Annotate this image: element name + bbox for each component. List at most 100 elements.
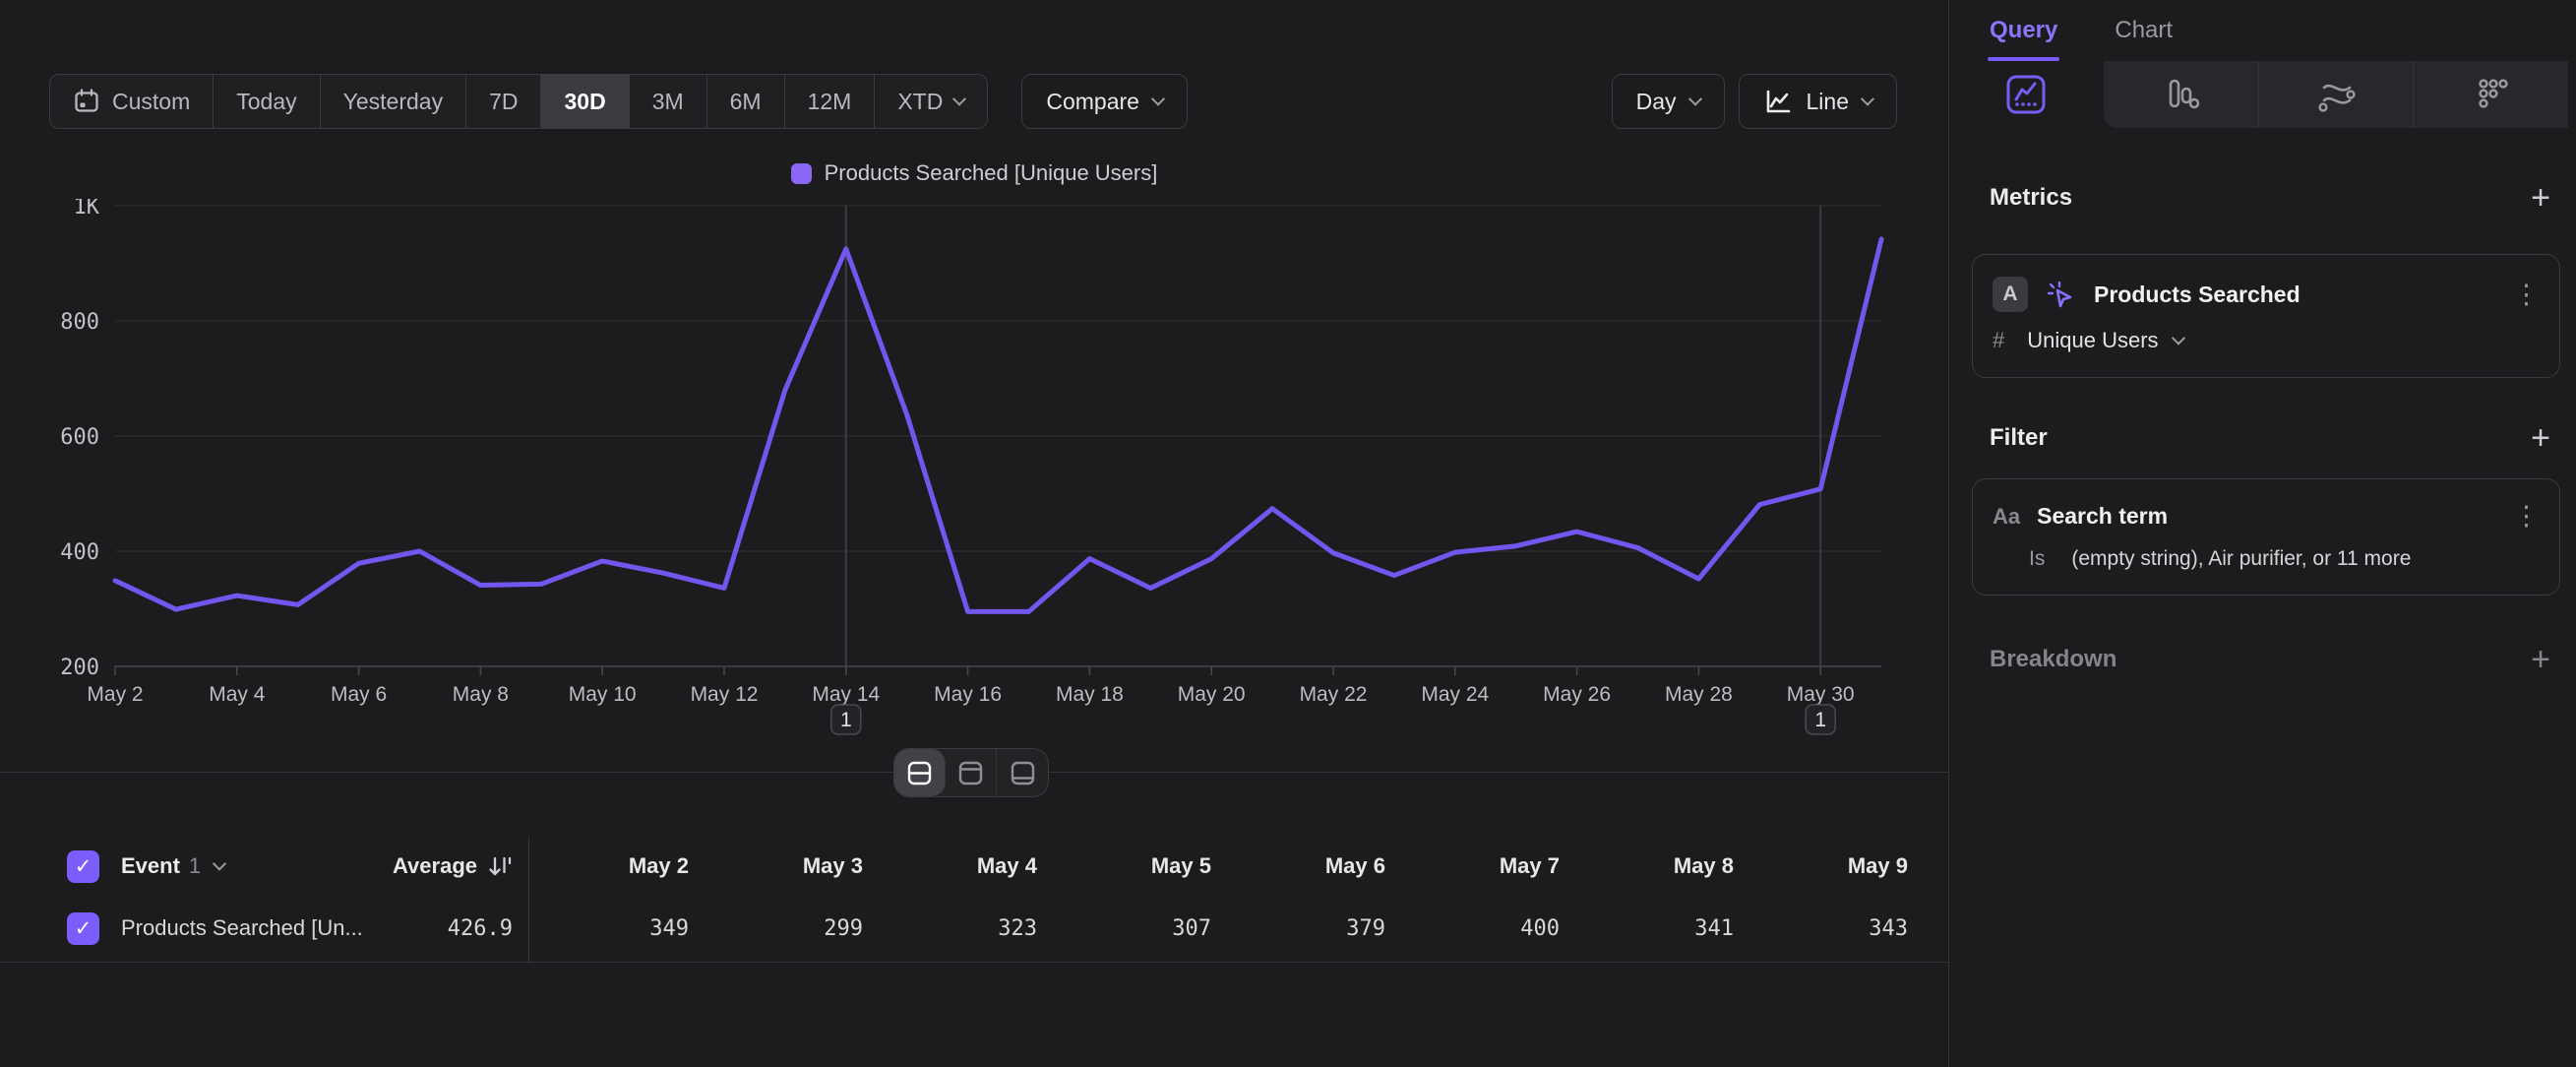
metric-card[interactable]: A Products Searched ⋮ # Unique Use xyxy=(1972,254,2560,378)
line-chart-icon xyxy=(1763,88,1793,115)
day-column-header[interactable]: May 4 xyxy=(878,853,1052,879)
split-view-icon xyxy=(906,760,933,786)
layout-table-only-button[interactable] xyxy=(997,749,1048,796)
x-axis-label: May 26 xyxy=(1543,683,1611,706)
filter-value[interactable]: (empty string), Air purifier, or 11 more xyxy=(2071,547,2411,571)
event-count: 1 xyxy=(189,853,201,879)
metric-menu-button[interactable]: ⋮ xyxy=(2513,282,2540,306)
sort-descending-icon xyxy=(487,853,513,880)
tab-chart-label: Chart xyxy=(2115,17,2173,44)
range-button-today[interactable]: Today xyxy=(214,75,320,128)
y-axis-label: 400 xyxy=(60,540,99,565)
layout-chart-only-button[interactable] xyxy=(946,749,997,796)
toolbar: Custom Today Yesterday 7D 30D 3M 6M 12M XTD Comp… xyxy=(49,74,1897,129)
range-button-3m[interactable]: 3M xyxy=(630,75,707,128)
layout-split-button[interactable] xyxy=(894,749,946,796)
annotation-badge[interactable]: 1 xyxy=(831,705,861,734)
range-button-custom[interactable]: Custom xyxy=(50,75,214,128)
compare-button[interactable]: Compare xyxy=(1021,74,1188,129)
tab-query[interactable]: Query xyxy=(1990,0,2057,61)
tab-chart[interactable]: Chart xyxy=(2115,0,2173,61)
range-label: XTD xyxy=(897,89,943,115)
x-axis-label: May 14 xyxy=(812,683,880,706)
add-filter-button[interactable]: + xyxy=(2531,421,2550,455)
breakdown-section-header: Breakdown + xyxy=(1990,643,2550,676)
metric-letter-badge: A xyxy=(1993,277,2028,312)
row-series-name[interactable]: Products Searched [Un... xyxy=(121,915,363,941)
chevron-down-icon xyxy=(1687,92,1701,105)
legend: Products Searched [Unique Users] xyxy=(0,160,1948,186)
range-button-yesterday[interactable]: Yesterday xyxy=(321,75,466,128)
tab-insights[interactable] xyxy=(1949,61,2104,128)
day-value-cell: 307 xyxy=(1052,916,1226,941)
tab-flows[interactable] xyxy=(2258,61,2414,128)
range-button-xtd[interactable]: XTD xyxy=(875,75,987,128)
day-column-header[interactable]: May 6 xyxy=(1226,853,1400,879)
y-axis-label: 800 xyxy=(60,310,99,335)
x-axis-label: May 8 xyxy=(453,683,509,706)
breakdown-title: Breakdown xyxy=(1990,646,2116,673)
metric-name: Products Searched xyxy=(2094,282,2300,308)
bottom-band-view-icon xyxy=(1010,760,1036,786)
chevron-down-icon xyxy=(952,92,966,105)
results-table: ✓ Event 1 Average May 2Ma xyxy=(0,838,1948,963)
filter-section-header: Filter + xyxy=(1990,421,2550,455)
x-axis-label: May 20 xyxy=(1178,683,1246,706)
day-column-header[interactable]: May 3 xyxy=(704,853,878,879)
range-label: 7D xyxy=(489,89,518,115)
range-button-30d[interactable]: 30D xyxy=(541,75,629,128)
chart-table-divider xyxy=(0,772,1948,773)
select-all-checkbox[interactable]: ✓ xyxy=(67,850,99,883)
table-data-row: ✓ Products Searched [Un... 426.9 3492993… xyxy=(0,895,1948,963)
x-axis-label: May 12 xyxy=(691,683,759,706)
day-column-header[interactable]: May 9 xyxy=(1748,853,1923,879)
range-button-7d[interactable]: 7D xyxy=(466,75,541,128)
x-axis-label: May 30 xyxy=(1787,683,1855,706)
chart-type-button[interactable]: Line xyxy=(1739,74,1897,129)
day-value-cell: 323 xyxy=(878,916,1052,941)
x-axis-label: May 16 xyxy=(934,683,1002,706)
average-sort-button[interactable]: Average xyxy=(393,853,513,880)
funnels-icon xyxy=(2157,71,2204,118)
filter-operator[interactable]: Is xyxy=(2029,547,2045,571)
add-metric-button[interactable]: + xyxy=(2531,181,2550,215)
legend-item[interactable]: Products Searched [Unique Users] xyxy=(791,160,1158,186)
row-checkbox[interactable]: ✓ xyxy=(67,912,99,945)
day-column-header[interactable]: May 7 xyxy=(1400,853,1574,879)
range-label: Today xyxy=(236,89,296,115)
analysis-type-tabs xyxy=(1949,61,2576,128)
filter-condition-row: Is (empty string), Air purifier, or 11 m… xyxy=(1993,547,2540,571)
filter-menu-button[interactable]: ⋮ xyxy=(2513,504,2540,528)
granularity-button[interactable]: Day xyxy=(1612,74,1725,129)
day-column-header[interactable]: May 2 xyxy=(529,853,704,879)
range-button-6m[interactable]: 6M xyxy=(707,75,785,128)
x-axis-label: May 18 xyxy=(1056,683,1124,706)
metric-card-title-row: A Products Searched ⋮ xyxy=(1993,277,2540,312)
line-chart-svg: 1K800600400200May 2May 4May 6May 8May 10… xyxy=(0,199,1948,750)
metric-aggregation-row: # Unique Users xyxy=(1993,328,2540,353)
chevron-down-icon[interactable] xyxy=(2171,331,2184,345)
tab-funnels[interactable] xyxy=(2104,61,2258,128)
svg-text:1: 1 xyxy=(840,709,852,731)
event-dropdown-label[interactable]: Event xyxy=(121,853,180,879)
sidebar-tabs: Query Chart xyxy=(1949,0,2576,61)
main-panel: Custom Today Yesterday 7D 30D 3M 6M 12M XTD Comp… xyxy=(0,0,1948,1067)
add-breakdown-button[interactable]: + xyxy=(2531,643,2550,676)
range-button-12m[interactable]: 12M xyxy=(785,75,876,128)
chevron-down-icon[interactable] xyxy=(213,856,226,870)
filter-property-name: Search term xyxy=(2037,503,2168,530)
day-column-header[interactable]: May 5 xyxy=(1052,853,1226,879)
text-property-icon: Aa xyxy=(1993,504,2020,530)
day-value-cell: 400 xyxy=(1400,916,1574,941)
range-label: 30D xyxy=(564,89,605,115)
tab-retention[interactable] xyxy=(2413,61,2576,128)
filter-card[interactable]: Aa Search term ⋮ Is (empty string), Air … xyxy=(1972,478,2560,596)
range-label: 6M xyxy=(730,89,762,115)
tab-query-label: Query xyxy=(1990,17,2057,44)
day-column-header[interactable]: May 8 xyxy=(1574,853,1748,879)
aggregation-dropdown[interactable]: Unique Users xyxy=(2027,328,2158,353)
series-line xyxy=(115,239,1881,611)
annotation-badge[interactable]: 1 xyxy=(1806,705,1835,734)
x-axis-label: May 4 xyxy=(209,683,266,706)
insights-icon xyxy=(2003,72,2049,117)
